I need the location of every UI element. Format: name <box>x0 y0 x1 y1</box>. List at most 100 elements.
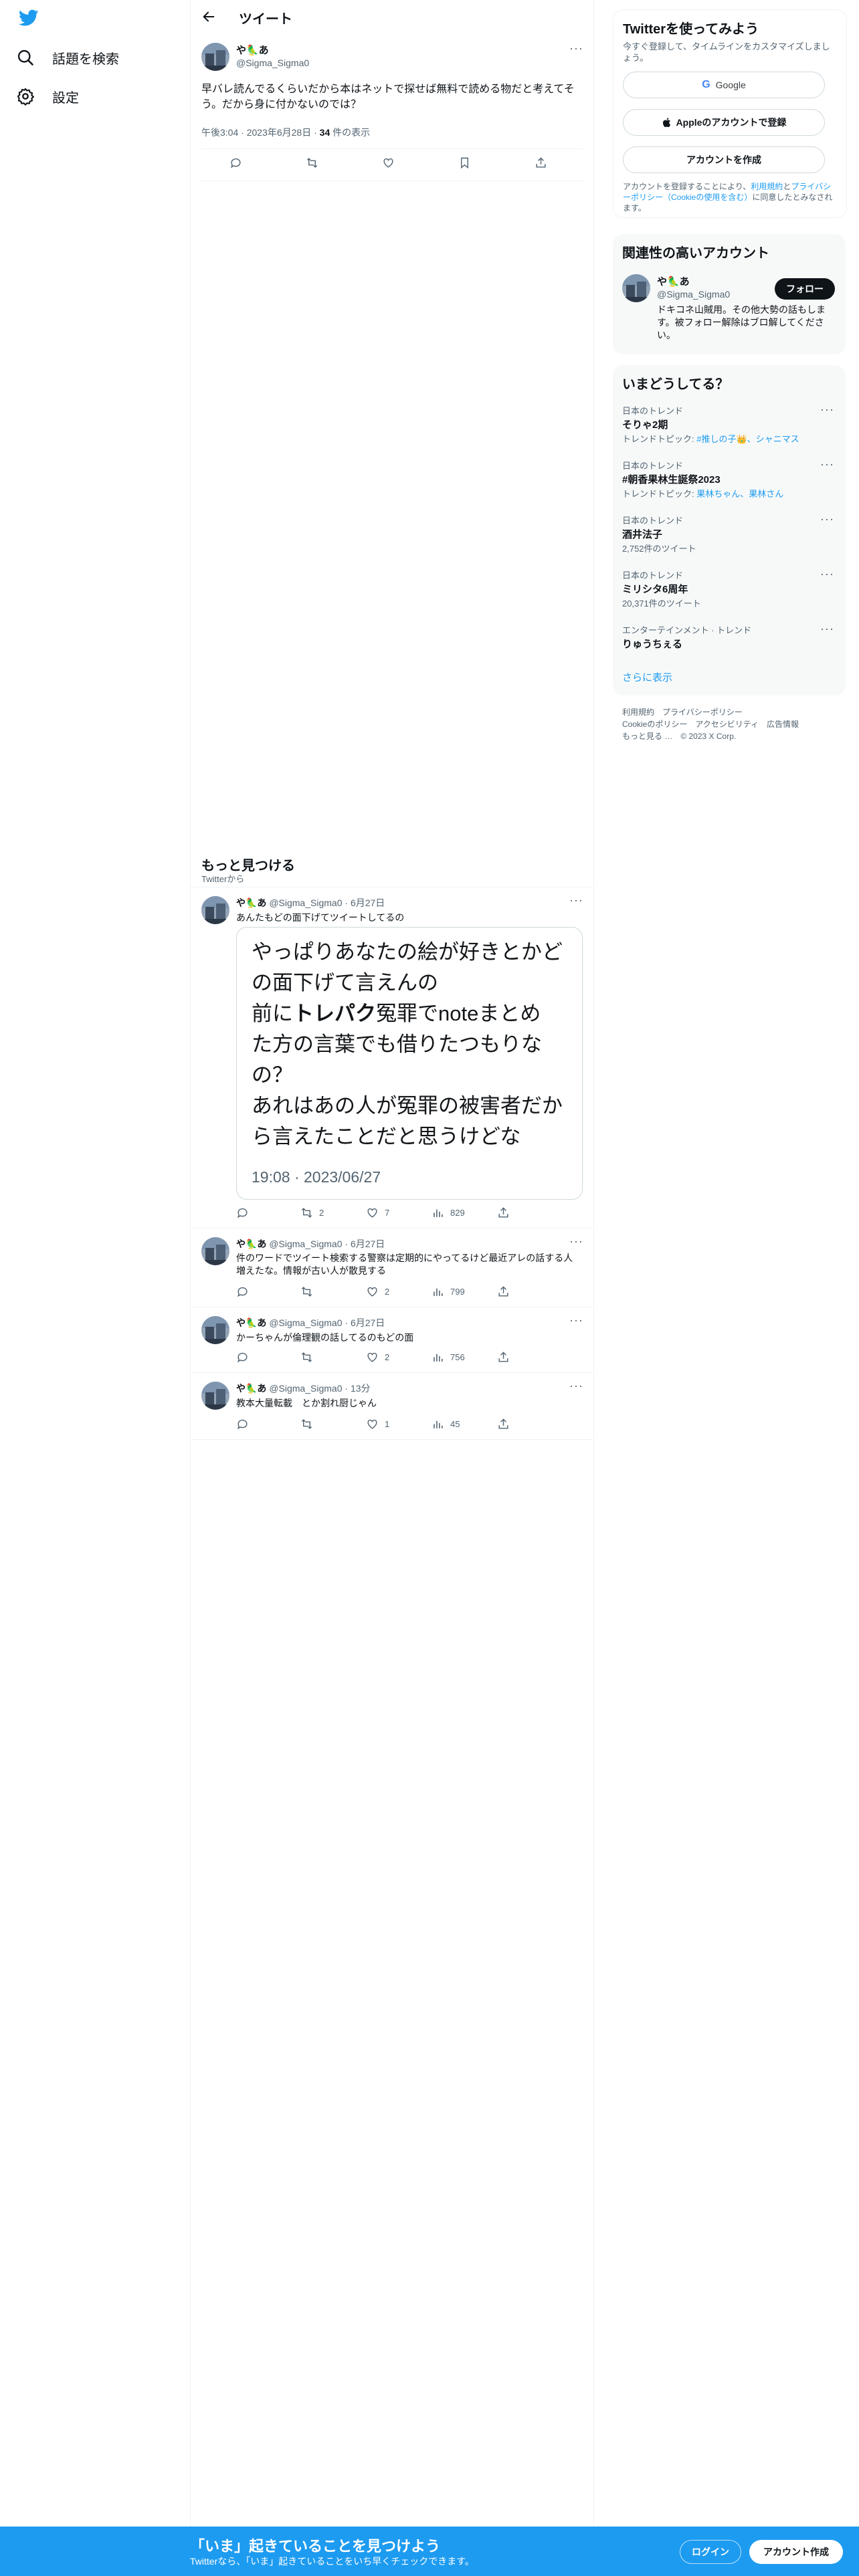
retweet-icon[interactable] <box>300 1351 313 1364</box>
apple-icon <box>662 118 670 128</box>
heart-icon[interactable] <box>366 1206 379 1219</box>
bookmark-icon[interactable] <box>458 156 471 169</box>
heart-icon[interactable] <box>366 1285 379 1298</box>
avatar[interactable] <box>201 43 229 71</box>
share-icon[interactable] <box>497 1285 510 1298</box>
signup-button[interactable]: アカウント作成 <box>749 2540 843 2564</box>
avatar[interactable] <box>201 1382 229 1410</box>
author-name[interactable]: や🦜あ <box>236 1317 266 1328</box>
create-account-button[interactable]: アカウントを作成 <box>623 146 825 173</box>
share-icon[interactable] <box>497 1418 510 1430</box>
heart-icon[interactable] <box>366 1351 379 1364</box>
apple-label: Appleのアカウントで登録 <box>676 117 787 128</box>
reply-icon[interactable] <box>229 156 242 169</box>
more-icon[interactable]: ··· <box>569 893 583 907</box>
reply-date[interactable]: 13分 <box>351 1383 371 1394</box>
apple-signup-button[interactable]: Appleのアカウントで登録 <box>623 109 825 136</box>
login-button[interactable]: ログイン <box>680 2540 741 2564</box>
bottom-signup-bar: 「いま」起きていることを見つけよう Twitterなら、「いま」起きていることを… <box>0 2527 859 2576</box>
share-icon[interactable] <box>497 1351 510 1364</box>
reply-icon[interactable] <box>236 1285 249 1298</box>
trend-name: #朝香果林生誕祭2023 <box>622 474 721 486</box>
list-item[interactable]: や🦜あ @Sigma_Sigma0 · 13分 ··· 教本大量転載 とか割れ厨… <box>191 1372 593 1439</box>
retweet-icon[interactable] <box>300 1206 313 1219</box>
views-icon[interactable] <box>432 1206 444 1219</box>
quote-line: た方の言葉でも借りたつもりなの？ <box>252 1033 542 1087</box>
footer-line[interactable]: もっと見る … © 2023 X Corp. <box>622 730 843 742</box>
reply-icon[interactable] <box>236 1351 249 1364</box>
page-title: ツイート <box>239 12 292 27</box>
reply-text: 教本大量転載 とか割れ厨じゃん <box>236 1398 377 1408</box>
relevant-handle[interactable]: @Sigma_Sigma0 <box>657 289 730 300</box>
trends-panel: いまどうしてる？ 日本のトレンド ··· そりゃ2期 トレンドトピック: #推し… <box>613 365 846 695</box>
trend-name: そりゃ2期 <box>622 419 668 431</box>
trend-extra: トレンドトピック: <box>622 489 697 499</box>
views-count: 34 <box>319 127 330 138</box>
reply-date[interactable]: 6月27日 <box>351 897 385 908</box>
more-icon[interactable]: ··· <box>569 1235 583 1249</box>
quote-line-bold: トレパク <box>293 1002 376 1025</box>
trend-topic-link[interactable]: #推しの子👑、シャニマス <box>696 434 799 444</box>
reply-icon[interactable] <box>236 1206 249 1219</box>
more-icon[interactable]: ··· <box>820 403 834 417</box>
author-handle[interactable]: @Sigma_Sigma0 <box>269 1383 342 1394</box>
retweet-icon[interactable] <box>300 1285 313 1298</box>
nav-settings[interactable]: 設定 <box>16 78 79 115</box>
avatar[interactable] <box>201 1316 229 1344</box>
list-item[interactable]: や🦜あ @Sigma_Sigma0 · 6月27日 ··· 件のワードでツイート… <box>191 1228 593 1307</box>
tweet-time[interactable]: 午後3:04 <box>201 127 238 138</box>
author-handle[interactable]: @Sigma_Sigma0 <box>269 1239 342 1249</box>
more-icon[interactable]: ··· <box>569 1379 583 1393</box>
avatar[interactable] <box>622 274 650 302</box>
trend-item[interactable]: 日本のトレンド ··· 酒井法子 2,752件のツイート <box>613 512 846 564</box>
reply-icon[interactable] <box>236 1418 249 1430</box>
avatar[interactable] <box>201 1237 229 1265</box>
trend-item[interactable]: 日本のトレンド ··· #朝香果林生誕祭2023 トレンドトピック: 果林ちゃん… <box>613 457 846 510</box>
trend-topic-link[interactable]: 果林ちゃん、果林さん <box>696 489 783 499</box>
views-icon[interactable] <box>432 1418 444 1430</box>
share-icon[interactable] <box>497 1206 510 1219</box>
show-more-link[interactable]: さらに表示 <box>622 670 672 684</box>
views-icon[interactable] <box>432 1351 444 1364</box>
create-label: アカウントを作成 <box>686 154 761 165</box>
heart-icon[interactable] <box>366 1418 379 1430</box>
author-name[interactable]: や🦜あ <box>236 1383 266 1394</box>
terms-link[interactable]: 利用規約 <box>751 182 783 191</box>
more-icon[interactable]: ··· <box>820 457 834 471</box>
retweet-icon[interactable] <box>306 156 318 169</box>
retweet-icon[interactable] <box>300 1418 313 1430</box>
more-icon[interactable]: ··· <box>820 567 834 581</box>
follow-button[interactable]: フォロー <box>775 278 835 300</box>
trend-item[interactable]: 日本のトレンド ··· そりゃ2期 トレンドトピック: #推しの子👑、シャニマス <box>613 403 846 455</box>
author-handle[interactable]: @Sigma_Sigma0 <box>269 897 342 908</box>
heart-icon[interactable] <box>382 156 395 169</box>
back-arrow-icon[interactable] <box>201 9 217 25</box>
like-count: 2 <box>385 1352 390 1362</box>
more-icon[interactable]: ··· <box>820 622 834 636</box>
author-name[interactable]: や🦜あ <box>236 1239 266 1249</box>
author-handle[interactable]: @Sigma_Sigma0 <box>269 1317 342 1328</box>
google-signin-button[interactable]: G Google <box>623 72 825 98</box>
footer-line[interactable]: 利用規約 プライバシーポリシー <box>622 706 843 718</box>
twitter-logo-icon[interactable] <box>18 9 39 30</box>
share-icon[interactable] <box>535 156 547 169</box>
author-handle[interactable]: @Sigma_Sigma0 <box>236 58 309 68</box>
relevant-name[interactable]: や🦜あ <box>657 274 690 288</box>
reply-date[interactable]: 6月27日 <box>351 1317 385 1328</box>
nav-explore[interactable]: 話題を検索 <box>16 39 119 76</box>
list-item[interactable]: や🦜あ @Sigma_Sigma0 · 6月27日 ··· かーちゃんが倫理観の… <box>191 1307 593 1372</box>
footer-line[interactable]: Cookieのポリシー アクセシビリティ 広告情報 <box>622 718 843 730</box>
tweet-date[interactable]: 2023年6月28日 <box>247 127 312 138</box>
views-icon[interactable] <box>432 1285 444 1298</box>
trend-item[interactable]: エンターテインメント · トレンド ··· りゅうちぇる <box>613 622 846 659</box>
author-name[interactable]: や🦜あ <box>236 897 266 908</box>
author-name[interactable]: や🦜あ <box>236 43 269 57</box>
more-icon[interactable]: ··· <box>820 512 834 526</box>
more-icon[interactable]: ··· <box>569 1313 583 1327</box>
list-item[interactable]: や🦜あ @Sigma_Sigma0 · 6月27日 ··· あんたもどの面下げて… <box>191 887 593 1228</box>
avatar[interactable] <box>201 896 229 924</box>
more-icon[interactable]: ··· <box>569 41 583 56</box>
quoted-image[interactable]: やっぱりあなたの絵が好きとかど の面下げて言えんの 前にトレパク冤罪でnoteま… <box>236 927 583 1200</box>
trend-item[interactable]: 日本のトレンド ··· ミリシタ6周年 20,371件のツイート <box>613 567 846 619</box>
reply-date[interactable]: 6月27日 <box>351 1239 385 1249</box>
